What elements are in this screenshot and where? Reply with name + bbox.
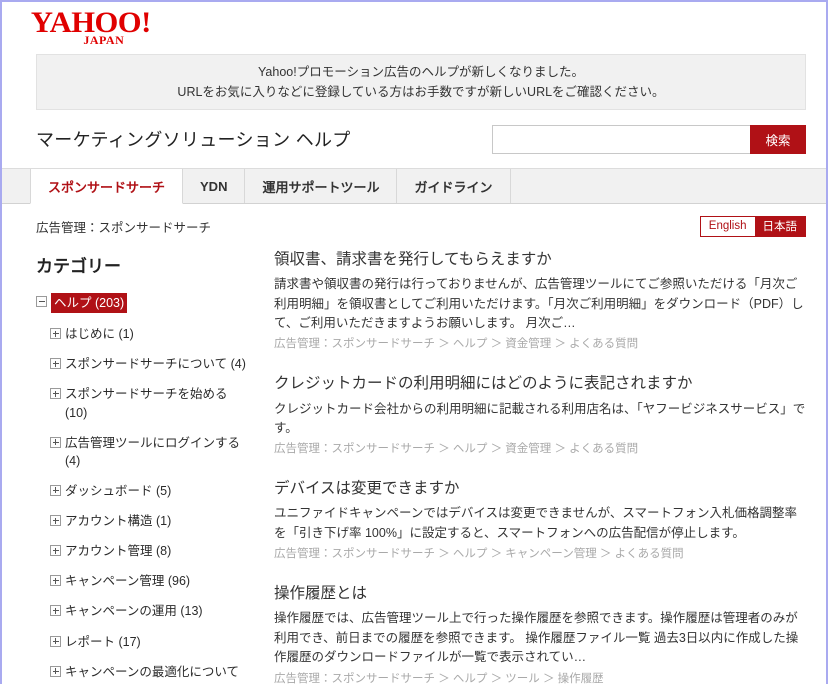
sidebar-item-label: キャンペーン管理 (96)	[65, 574, 191, 589]
notice-banner: Yahoo!プロモーション広告のヘルプが新しくなりました。 URLをお気に入りな…	[36, 54, 806, 110]
plus-box-icon[interactable]	[50, 388, 61, 400]
plus-box-icon[interactable]	[50, 605, 61, 617]
search-results-list: 領収書、請求書を発行してもらえますか 請求書や領収書の発行は行っておりませんが、…	[248, 248, 806, 684]
primary-tab-bar: スポンサードサーチ YDN 運用サポートツール ガイドライン	[2, 168, 826, 204]
search-input[interactable]	[492, 124, 750, 154]
title-search-row: マーケティングソリューション ヘルプ 検索	[36, 110, 806, 168]
sidebar-item-label: スポンサードサーチについて (4)	[65, 357, 246, 372]
result-item: デバイスは変更できますか ユニファイドキャンペーンではデバイスは変更できませんが…	[274, 479, 806, 562]
result-breadcrumb: 広告管理：スポンサードサーチ ＞ ヘルプ ＞ キャンペーン管理 ＞ よくある質問	[274, 548, 684, 561]
result-item: 領収書、請求書を発行してもらえますか 請求書や領収書の発行は行っておりませんが、…	[274, 250, 806, 352]
result-title[interactable]: 操作履歴とは	[274, 584, 806, 604]
sidebar-item-label: ダッシュボード (5)	[65, 483, 172, 498]
search-button[interactable]: 検索	[750, 124, 806, 154]
site-logo-bar: YAHOO! JAPAN	[2, 2, 826, 54]
result-snippet: 請求書や領収書の発行は行っておりませんが、広告管理ツールにてご参照いただける「月…	[274, 277, 804, 330]
minus-box-icon[interactable]	[36, 296, 47, 307]
result-breadcrumb: 広告管理：スポンサードサーチ ＞ ヘルプ ＞ ツール ＞ 操作履歴	[274, 672, 604, 684]
tab-sponsored-search[interactable]: スポンサードサーチ	[30, 169, 184, 204]
sidebar-item-label: アカウント構造 (1)	[65, 514, 172, 528]
sidebar-item-login-ad-tool[interactable]: 広告管理ツールにログインする (4)	[50, 434, 248, 470]
result-breadcrumb: 広告管理：スポンサードサーチ ＞ ヘルプ ＞ 資金管理 ＞ よくある質問	[274, 443, 639, 456]
sidebar-item-account-management[interactable]: アカウント管理 (8)	[50, 542, 248, 560]
sidebar-item-reports[interactable]: レポート (17)	[50, 633, 248, 651]
sidebar-item-label: キャンペーンの最適化について (7)	[65, 664, 240, 684]
plus-box-icon[interactable]	[50, 436, 61, 448]
plus-box-icon[interactable]	[50, 635, 61, 647]
sidebar-item-label: アカウント管理 (8)	[65, 544, 172, 559]
sidebar-item-campaign-management[interactable]: キャンペーン管理 (96)	[50, 572, 248, 590]
result-snippet: 操作履歴では、広告管理ツール上で行った操作履歴を参照できます。操作履歴は管理者の…	[274, 611, 799, 665]
plus-box-icon[interactable]	[50, 575, 61, 587]
sidebar-item-label: レポート (17)	[65, 634, 141, 649]
result-title[interactable]: デバイスは変更できますか	[274, 479, 806, 499]
tab-ydn[interactable]: YDN	[183, 169, 246, 203]
sidebar-item-dashboard[interactable]: ダッシュボード (5)	[50, 482, 248, 500]
sidebar-item-help[interactable]: ヘルプ (203)	[36, 293, 248, 314]
page-root: YAHOO! JAPAN Yahoo!プロモーション広告のヘルプが新しくなりまし…	[2, 2, 826, 684]
plus-box-icon[interactable]	[50, 665, 61, 677]
yahoo-japan-logo[interactable]: YAHOO! JAPAN	[30, 6, 151, 47]
sidebar-item-about-sponsored-search[interactable]: スポンサードサーチについて (4)	[50, 355, 248, 373]
plus-box-icon[interactable]	[50, 484, 61, 496]
tab-support-tools[interactable]: 運用サポートツール	[245, 169, 398, 203]
language-toggle: English 日本語	[699, 215, 806, 237]
language-option-english[interactable]: English	[700, 216, 755, 236]
plus-box-icon[interactable]	[50, 515, 61, 526]
result-snippet: ユニファイドキャンペーンではデバイスは変更できませんが、スマートフォン入札価格調…	[274, 506, 798, 540]
notice-line-1: Yahoo!プロモーション広告のヘルプが新しくなりました。	[258, 64, 584, 79]
sidebar-item-start-sponsored-search[interactable]: スポンサードサーチを始める (10)	[50, 385, 248, 421]
sidebar-item-getting-started[interactable]: はじめに (1)	[50, 325, 248, 343]
result-breadcrumb: 広告管理：スポンサードサーチ ＞ ヘルプ ＞ 資金管理 ＞ よくある質問	[274, 338, 639, 351]
sidebar-item-label: キャンペーンの運用 (13)	[65, 604, 203, 619]
plus-box-icon[interactable]	[50, 328, 61, 340]
main-content: カテゴリー ヘルプ (203) はじめに (1) スポンサードサーチについて (…	[36, 248, 806, 684]
sidebar-item-campaign-optimization[interactable]: キャンペーンの最適化について (7)	[50, 663, 248, 684]
language-option-japanese[interactable]: 日本語	[754, 216, 805, 236]
breadcrumb: 広告管理：スポンサードサーチ	[36, 220, 212, 235]
result-item: 操作履歴とは 操作履歴では、広告管理ツール上で行った操作履歴を参照できます。操作…	[274, 584, 806, 684]
sidebar-heading: カテゴリー	[36, 257, 121, 276]
plus-box-icon[interactable]	[50, 358, 61, 370]
result-item: クレジットカードの利用明細にはどのように表記されますか クレジットカード会社から…	[274, 374, 806, 457]
result-title[interactable]: クレジットカードの利用明細にはどのように表記されますか	[274, 374, 806, 394]
sidebar-item-label: ヘルプ (203)	[51, 293, 128, 314]
result-snippet: クレジットカード会社からの利用明細に記載される利用店名は、「ヤフービジネスサービ…	[274, 401, 806, 435]
browser-window: YAHOO! JAPAN Yahoo!プロモーション広告のヘルプが新しくなりまし…	[0, 0, 828, 684]
sidebar-item-account-structure[interactable]: アカウント構造 (1)	[50, 512, 248, 530]
plus-box-icon[interactable]	[50, 545, 61, 557]
sidebar-item-campaign-operation[interactable]: キャンペーンの運用 (13)	[50, 602, 248, 620]
sidebar-item-label: はじめに (1)	[65, 327, 134, 342]
notice-line-2: URLをお気に入りなどに登録している方はお手数ですが新しいURLをご確認ください…	[177, 84, 665, 99]
breadcrumb-row: 広告管理：スポンサードサーチ English 日本語	[36, 204, 806, 248]
result-title[interactable]: 領収書、請求書を発行してもらえますか	[274, 250, 806, 270]
sidebar-item-label: スポンサードサーチを始める (10)	[65, 387, 228, 420]
tab-guidelines[interactable]: ガイドライン	[397, 169, 511, 203]
sidebar-item-label: 広告管理ツールにログインする (4)	[65, 435, 241, 468]
logo-wordmark: YAHOO!	[30, 6, 151, 39]
category-sidebar: カテゴリー ヘルプ (203) はじめに (1) スポンサードサーチについて (…	[36, 248, 248, 684]
page-title: マーケティングソリューション ヘルプ	[36, 130, 351, 150]
search-form: 検索	[492, 124, 806, 154]
